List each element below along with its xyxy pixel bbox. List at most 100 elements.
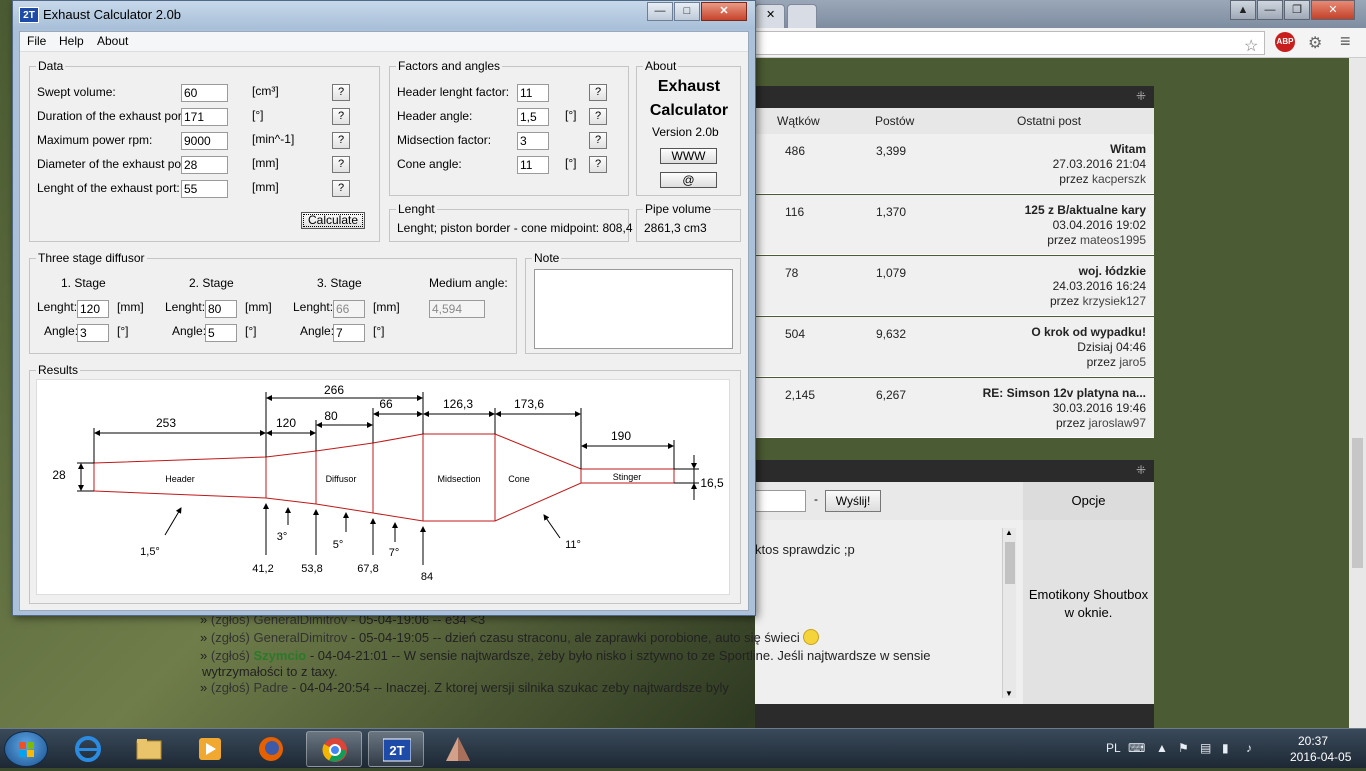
taskbar-file-explorer[interactable] bbox=[121, 731, 177, 767]
data-input[interactable]: 9000 bbox=[181, 132, 228, 150]
shoutbox-options[interactable]: Opcje bbox=[1023, 482, 1154, 520]
stage-angle-input[interactable]: 3 bbox=[77, 324, 109, 342]
last-post-title[interactable]: Witam bbox=[1110, 142, 1146, 156]
scroll-up-icon[interactable]: ▲ bbox=[1005, 528, 1013, 537]
emoticons-link[interactable]: Emotikony Shoutbox w oknie. bbox=[1023, 520, 1154, 704]
shout-user[interactable]: GeneralDimitrov bbox=[254, 630, 348, 645]
help-button[interactable]: ? bbox=[332, 108, 350, 125]
taskbar-unknown-app[interactable] bbox=[430, 731, 486, 767]
clock-date[interactable]: 2016-04-05 bbox=[1290, 750, 1351, 764]
help-button[interactable]: ? bbox=[589, 108, 607, 125]
shout-text: wytrzymałości to z taxy. bbox=[202, 664, 338, 679]
shout-report-link[interactable]: (zgłoś) bbox=[211, 648, 250, 663]
show-hidden-icons[interactable]: ▲ bbox=[1156, 741, 1168, 755]
forum-row[interactable]: 2,145 6,267 RE: Simson 12v platyna na... 30… bbox=[755, 378, 1154, 438]
stage-lenght-input[interactable]: 120 bbox=[77, 300, 109, 318]
menu-file[interactable]: File bbox=[27, 34, 46, 48]
forum-row[interactable]: 486 3,399 Witam 27.03.2016 21:04 przez kacpe… bbox=[755, 134, 1154, 194]
factor-input[interactable]: 11 bbox=[517, 156, 549, 174]
scroll-down-icon[interactable]: ▼ bbox=[1005, 689, 1013, 698]
expand-icon[interactable]: ⁜ bbox=[1136, 89, 1146, 103]
last-post-title[interactable]: 125 z B/aktualne kary bbox=[1025, 203, 1146, 217]
help-button[interactable]: ? bbox=[332, 132, 350, 149]
forum-row[interactable]: 504 9,632 O krok od wypadku! Dzisiaj 04:46 p… bbox=[755, 317, 1154, 377]
shout-text: - 04-04-20:54 -- Inaczej. Z ktorej wersj… bbox=[288, 680, 729, 695]
adblock-icon[interactable]: ABP bbox=[1275, 32, 1295, 52]
forum-row[interactable]: 116 1,370 125 z B/aktualne kary 03.04.2016 … bbox=[755, 195, 1154, 255]
windows-logo-icon bbox=[19, 742, 34, 757]
taskbar-media-player[interactable] bbox=[182, 731, 238, 767]
browser-maximize-button[interactable]: ❐ bbox=[1284, 0, 1310, 20]
last-post-author[interactable]: mateos1995 bbox=[1080, 233, 1146, 247]
help-button[interactable]: ? bbox=[332, 84, 350, 101]
expand-icon[interactable]: ⁜ bbox=[1136, 463, 1146, 477]
taskbar-firefox[interactable] bbox=[243, 731, 299, 767]
last-post-author[interactable]: jaroslaw97 bbox=[1089, 416, 1146, 430]
stage-angle-input[interactable]: 7 bbox=[333, 324, 365, 342]
page-scroll-thumb[interactable] bbox=[1352, 438, 1363, 568]
shoutbox-scroll-thumb[interactable] bbox=[1005, 542, 1015, 584]
shoutbox-scrollbar[interactable]: ▲ ▼ bbox=[1002, 528, 1016, 698]
keyboard-icon[interactable]: ⌨ bbox=[1128, 741, 1145, 755]
factor-input[interactable]: 11 bbox=[517, 84, 549, 102]
address-bar[interactable]: ☆ bbox=[755, 31, 1265, 55]
extension-icon[interactable]: ⚙ bbox=[1308, 33, 1322, 53]
maximize-button[interactable]: □ bbox=[674, 2, 700, 21]
taskbar-chrome[interactable] bbox=[306, 731, 362, 767]
last-post-author[interactable]: krzysiek127 bbox=[1083, 294, 1146, 308]
language-indicator[interactable]: PL bbox=[1106, 741, 1121, 755]
menu-icon[interactable]: ≡ bbox=[1340, 31, 1351, 52]
last-post-author[interactable]: jaro5 bbox=[1119, 355, 1146, 369]
data-input[interactable]: 60 bbox=[181, 84, 228, 102]
browser-user-button[interactable]: ▲ bbox=[1230, 0, 1256, 20]
shout-report-link[interactable]: (zgłoś) bbox=[211, 630, 250, 645]
last-post-author[interactable]: kacperszk bbox=[1092, 172, 1146, 186]
factor-input[interactable]: 1,5 bbox=[517, 108, 549, 126]
browser-tab-close[interactable]: ✕ bbox=[755, 4, 785, 28]
device-icon[interactable]: ▤ bbox=[1200, 741, 1211, 755]
factor-input[interactable]: 3 bbox=[517, 132, 549, 150]
last-post-title[interactable]: RE: Simson 12v platyna na... bbox=[983, 386, 1146, 400]
help-button[interactable]: ? bbox=[589, 132, 607, 149]
start-button[interactable] bbox=[4, 731, 48, 767]
stage-angle-input[interactable]: 5 bbox=[205, 324, 237, 342]
help-button[interactable]: ? bbox=[589, 156, 607, 173]
help-button[interactable]: ? bbox=[332, 180, 350, 197]
menu-about[interactable]: About bbox=[97, 34, 128, 48]
browser-close-button[interactable]: ✕ bbox=[1311, 0, 1355, 20]
email-button[interactable]: @ bbox=[660, 172, 717, 188]
note-textarea[interactable] bbox=[534, 269, 733, 349]
shout-report-link[interactable]: (zgłoś) bbox=[211, 680, 250, 695]
forum-row[interactable]: 78 1,079 woj. łódzkie 24.03.2016 16:24 przez… bbox=[755, 256, 1154, 316]
menu-help[interactable]: Help bbox=[59, 34, 84, 48]
app-titlebar[interactable]: 2T Exhaust Calculator 2.0b — □ ✕ bbox=[13, 1, 755, 29]
taskbar-internet-explorer[interactable] bbox=[60, 731, 116, 767]
dim-diffusor-label: 266 bbox=[324, 383, 344, 397]
data-input[interactable]: 55 bbox=[181, 180, 228, 198]
help-button[interactable]: ? bbox=[332, 156, 350, 173]
browser-new-tab[interactable] bbox=[787, 4, 817, 28]
last-post-title[interactable]: woj. łódzkie bbox=[1079, 264, 1146, 278]
clock-time[interactable]: 20:37 bbox=[1298, 734, 1328, 748]
minimize-button[interactable]: — bbox=[647, 2, 673, 21]
page-scrollbar[interactable] bbox=[1349, 58, 1366, 728]
last-post-title[interactable]: O krok od wypadku! bbox=[1031, 325, 1146, 339]
shout-user[interactable]: Padre bbox=[254, 680, 289, 695]
flag-icon[interactable]: ⚑ bbox=[1178, 741, 1189, 755]
taskbar-exhaust-calculator[interactable]: 2T bbox=[368, 731, 424, 767]
browser-minimize-button[interactable]: — bbox=[1257, 0, 1283, 20]
volume-icon[interactable]: ♪ bbox=[1246, 741, 1252, 755]
stage-lenght-input[interactable]: 80 bbox=[205, 300, 237, 318]
help-button[interactable]: ? bbox=[589, 84, 607, 101]
close-button[interactable]: ✕ bbox=[701, 2, 747, 21]
shoutbox-send-button[interactable]: Wyślij! bbox=[825, 490, 881, 512]
data-input[interactable]: 28 bbox=[181, 156, 228, 174]
bookmark-star-icon[interactable]: ☆ bbox=[1244, 36, 1258, 56]
shout-user[interactable]: Szymcio bbox=[254, 648, 307, 663]
angle-stage2-label: 5° bbox=[333, 539, 344, 551]
network-icon[interactable]: ▮ bbox=[1222, 741, 1229, 755]
shoutbox-input[interactable] bbox=[755, 490, 806, 512]
www-button[interactable]: WWW bbox=[660, 148, 717, 164]
calculate-button[interactable]: Calculate bbox=[301, 212, 365, 229]
data-input[interactable]: 171 bbox=[181, 108, 228, 126]
